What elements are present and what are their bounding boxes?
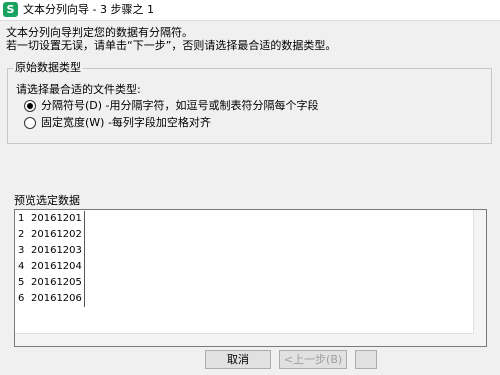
row-value: 20161205 xyxy=(31,277,82,288)
file-type-prompt: 请选择最合适的文件类型: xyxy=(16,83,141,96)
row-value: 20161204 xyxy=(31,261,82,272)
original-type-group-label: 原始数据类型 xyxy=(13,61,83,74)
data-preview-pane[interactable]: 1 20161201 2 20161202 3 20161203 4 20161… xyxy=(14,209,487,347)
row-value: 20161202 xyxy=(31,229,82,240)
row-value: 20161203 xyxy=(31,245,82,256)
preview-vertical-scrollbar[interactable] xyxy=(473,210,486,346)
row-number: 4 xyxy=(18,261,25,272)
description-line-1: 文本分列向导判定您的数据有分隔符。 xyxy=(6,26,193,39)
row-number: 5 xyxy=(18,277,25,288)
delimited-radio[interactable] xyxy=(24,100,36,112)
title-bar: S 文本分列向导 - 3 步骤之 1 xyxy=(0,0,500,21)
app-icon: S xyxy=(3,2,18,17)
text-to-columns-wizard: S 文本分列向导 - 3 步骤之 1 文本分列向导判定您的数据有分隔符。 若一切… xyxy=(0,0,500,375)
description-line-2: 若一切设置无误，请单击“下一步”，否则请选择最合适的数据类型。 xyxy=(6,39,337,52)
row-number: 6 xyxy=(18,293,25,304)
column-divider xyxy=(84,211,85,307)
cancel-button[interactable]: 取消 xyxy=(205,350,271,369)
window-title: 文本分列向导 - 3 步骤之 1 xyxy=(23,3,154,16)
fixed-width-radio[interactable] xyxy=(24,117,36,129)
preview-group-label: 预览选定数据 xyxy=(12,194,82,207)
row-value: 20161206 xyxy=(31,293,82,304)
preview-horizontal-scrollbar[interactable] xyxy=(15,333,474,346)
delimited-label[interactable]: 分隔符号(D) -用分隔字符，如逗号或制表符分隔每个字段 xyxy=(41,99,319,112)
fixed-width-label[interactable]: 固定宽度(W) -每列字段加空格对齐 xyxy=(41,116,211,129)
row-number: 2 xyxy=(18,229,25,240)
row-number: 1 xyxy=(18,213,25,224)
back-button[interactable]: <上一步(B) xyxy=(279,350,347,369)
row-value: 20161201 xyxy=(31,213,82,224)
row-number: 3 xyxy=(18,245,25,256)
next-button[interactable] xyxy=(355,350,377,369)
